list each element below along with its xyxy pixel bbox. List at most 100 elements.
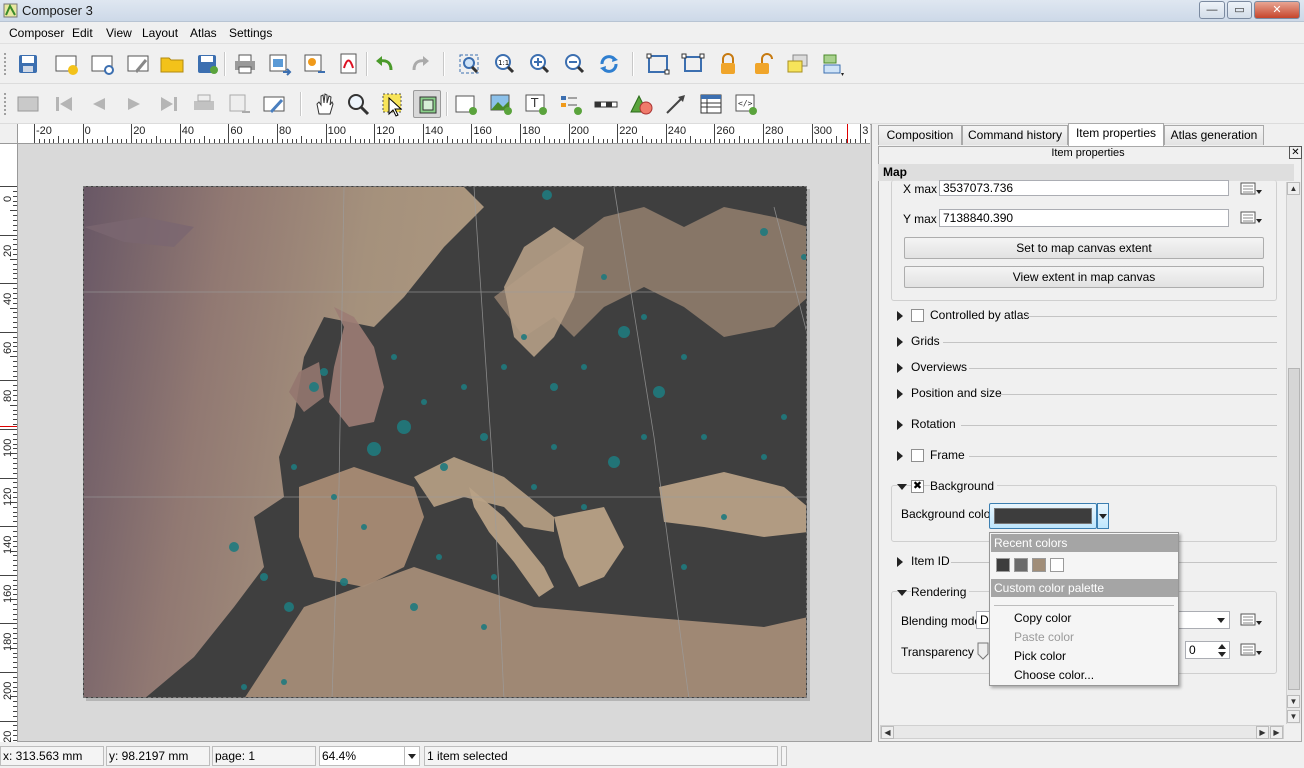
ymax-field[interactable]: 7138840.390 xyxy=(939,209,1229,227)
copy-color-item[interactable]: Copy color xyxy=(1014,611,1071,625)
controlled-by-atlas-checkbox[interactable] xyxy=(911,309,924,322)
horizontal-ruler[interactable]: -20 0 20 40 60 80 100 120 140 160 180 200 220 240 260 2… xyxy=(18,124,870,144)
recent-color-swatch[interactable] xyxy=(1032,558,1046,572)
toolbar-grip[interactable] xyxy=(3,92,7,116)
lock-icon[interactable] xyxy=(714,50,742,78)
add-image-icon[interactable] xyxy=(487,90,515,118)
next-feature-icon[interactable] xyxy=(120,90,148,118)
chevron-down-icon[interactable] xyxy=(404,747,419,765)
menu-edit[interactable]: Edit xyxy=(72,26,93,40)
recent-color-swatch[interactable] xyxy=(996,558,1010,572)
raise-icon[interactable] xyxy=(784,50,812,78)
view-extent-button[interactable]: View extent in map canvas xyxy=(904,266,1264,288)
section-background[interactable]: ✖ Background xyxy=(897,479,1277,495)
menu-view[interactable]: View xyxy=(106,26,132,40)
add-scalebar-icon[interactable] xyxy=(592,90,620,118)
recent-color-swatch[interactable] xyxy=(1014,558,1028,572)
frame-checkbox[interactable] xyxy=(911,449,924,462)
scrollbar-thumb[interactable] xyxy=(1288,368,1300,690)
set-to-canvas-extent-button[interactable]: Set to map canvas extent xyxy=(904,237,1264,259)
tab-composition[interactable]: Composition xyxy=(878,125,962,145)
section-position-size[interactable]: Position and size xyxy=(897,386,1277,402)
menu-settings[interactable]: Settings xyxy=(229,26,272,40)
tab-command-history[interactable]: Command history xyxy=(962,125,1068,145)
custom-palette-header[interactable]: Custom color palette xyxy=(991,579,1178,597)
recent-color-swatch[interactable] xyxy=(1050,558,1064,572)
add-legend-icon[interactable] xyxy=(557,90,585,118)
close-button[interactable]: ✕ xyxy=(1254,1,1300,19)
export-image-icon[interactable] xyxy=(265,50,293,78)
scroll-left-arrow[interactable]: ◀ xyxy=(881,726,894,739)
zoom-out-icon[interactable] xyxy=(560,50,588,78)
section-frame[interactable]: Frame xyxy=(897,448,1277,464)
transparency-slider-handle[interactable] xyxy=(976,642,990,660)
scroll-up-arrow[interactable]: ▲ xyxy=(1287,182,1300,195)
section-rotation[interactable]: Rotation xyxy=(897,417,1277,433)
panel-horizontal-scrollbar[interactable]: ◀ ▶ ▶ xyxy=(880,725,1284,739)
save-template-icon[interactable] xyxy=(193,50,221,78)
add-html-icon[interactable]: </> xyxy=(732,90,760,118)
background-checkbox[interactable]: ✖ xyxy=(911,480,924,493)
group-icon[interactable] xyxy=(644,50,672,78)
tab-item-properties[interactable]: Item properties xyxy=(1068,123,1164,146)
add-table-icon[interactable] xyxy=(697,90,725,118)
save-project-icon[interactable] xyxy=(14,50,42,78)
export-pdf-icon[interactable] xyxy=(335,50,363,78)
maximize-button[interactable]: ▭ xyxy=(1227,1,1252,19)
zoom-tool-icon[interactable] xyxy=(344,90,372,118)
vertical-ruler[interactable]: 0 20 40 60 80 100 120 140 160 180 200 220 xyxy=(0,144,18,742)
select-move-icon[interactable] xyxy=(379,90,407,118)
print-icon[interactable] xyxy=(231,50,259,78)
menu-layout[interactable]: Layout xyxy=(142,26,178,40)
duplicate-composer-icon[interactable] xyxy=(88,50,116,78)
zoom-full-icon[interactable] xyxy=(455,50,483,78)
section-overviews[interactable]: Overviews xyxy=(897,360,1277,376)
scroll-right-arrow[interactable]: ▶ xyxy=(1270,726,1283,739)
new-composer-icon[interactable] xyxy=(52,50,80,78)
print-atlas-icon[interactable] xyxy=(190,90,218,118)
redo-icon[interactable] xyxy=(406,50,434,78)
atlas-settings-icon[interactable] xyxy=(260,90,288,118)
atlas-preview-icon[interactable] xyxy=(14,90,42,118)
map-item[interactable] xyxy=(83,186,807,698)
blending-data-defined-icon[interactable] xyxy=(1239,611,1263,629)
section-controlled-by-atlas[interactable]: Controlled by atlas xyxy=(897,308,1277,324)
unlock-icon[interactable] xyxy=(749,50,777,78)
xmax-data-defined-icon[interactable] xyxy=(1239,180,1263,198)
scroll-down-arrow[interactable]: ▼ xyxy=(1287,710,1300,723)
add-shape-icon[interactable] xyxy=(627,90,655,118)
section-grids[interactable]: Grids xyxy=(897,334,1277,350)
export-atlas-icon[interactable] xyxy=(225,90,253,118)
pan-icon[interactable] xyxy=(310,90,338,118)
export-svg-icon[interactable] xyxy=(300,50,328,78)
undo-icon[interactable] xyxy=(371,50,399,78)
panel-vertical-scrollbar[interactable]: ▲ ▼ ▼ xyxy=(1286,182,1301,724)
first-feature-icon[interactable] xyxy=(50,90,78,118)
load-template-icon[interactable] xyxy=(158,50,186,78)
zoom-combobox[interactable]: 64.4% xyxy=(319,746,420,766)
background-color-button[interactable] xyxy=(989,503,1097,529)
transparency-data-defined-icon[interactable] xyxy=(1239,641,1263,659)
choose-color-item[interactable]: Choose color... xyxy=(1014,668,1094,682)
toolbar-grip[interactable] xyxy=(3,52,7,76)
composer-manager-icon[interactable] xyxy=(124,50,152,78)
zoom-actual-icon[interactable]: 1:1 xyxy=(490,50,518,78)
refresh-icon[interactable] xyxy=(595,50,623,78)
menu-atlas[interactable]: Atlas xyxy=(190,26,217,40)
previous-feature-icon[interactable] xyxy=(85,90,113,118)
scroll-down-arrow[interactable]: ▼ xyxy=(1287,695,1300,708)
color-dropdown-arrow[interactable] xyxy=(1097,503,1109,529)
add-map-icon[interactable] xyxy=(452,90,480,118)
tab-atlas-generation[interactable]: Atlas generation xyxy=(1164,125,1264,145)
minimize-button[interactable]: — xyxy=(1199,1,1225,19)
move-item-content-icon[interactable] xyxy=(413,90,441,118)
ungroup-icon[interactable] xyxy=(679,50,707,78)
panel-close-icon[interactable]: ✕ xyxy=(1289,146,1302,159)
spinbox-arrows-icon[interactable] xyxy=(1215,642,1229,659)
xmax-field[interactable]: 3537073.736 xyxy=(939,180,1229,196)
scroll-right-arrow[interactable]: ▶ xyxy=(1256,726,1269,739)
ymax-data-defined-icon[interactable] xyxy=(1239,209,1263,227)
pick-color-item[interactable]: Pick color xyxy=(1014,649,1066,663)
menu-composer[interactable]: Composer xyxy=(9,26,64,40)
add-arrow-icon[interactable] xyxy=(662,90,690,118)
